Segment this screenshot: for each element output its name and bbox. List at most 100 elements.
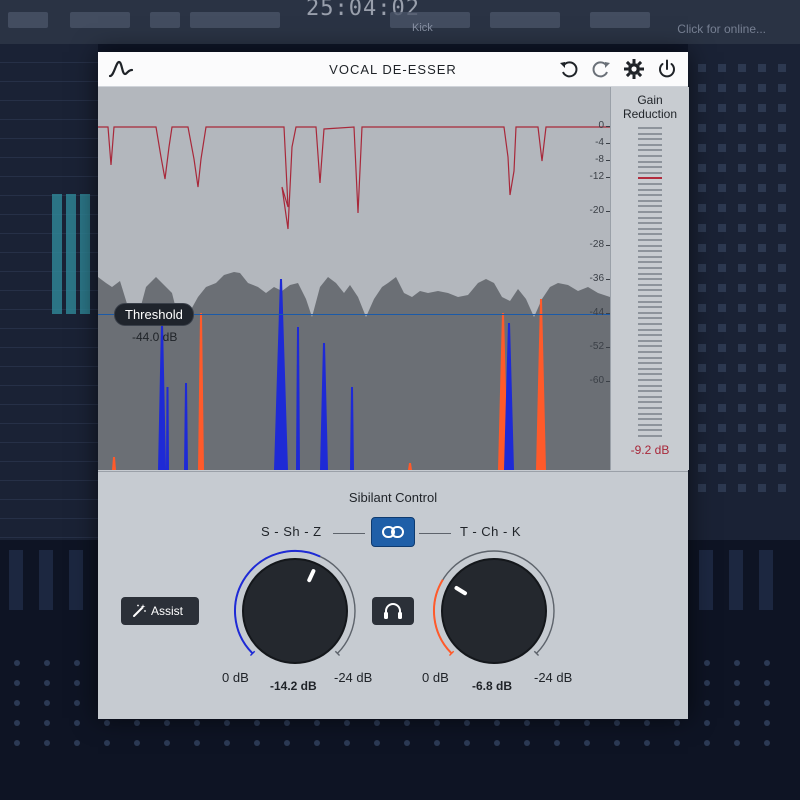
gain-reduction-meter-segment (638, 143, 662, 146)
daw-mixer-dot (764, 740, 770, 746)
daw-pattern-cell (738, 324, 746, 332)
gain-reduction-meter-segment (638, 171, 662, 174)
db-scale-tick: -60 (589, 375, 611, 386)
daw-pattern-cell (718, 364, 726, 372)
gain-reduction-meter-segment (638, 127, 662, 129)
assist-label: Assist (151, 604, 184, 618)
daw-pattern-cell (738, 384, 746, 392)
daw-mixer-dot (704, 720, 710, 726)
daw-pattern-cell (738, 304, 746, 312)
power-icon[interactable] (656, 58, 678, 80)
gain-reduction-meter-segment (638, 160, 662, 163)
redo-icon[interactable] (590, 58, 612, 80)
gain-reduction-meter-segment (638, 132, 662, 135)
threshold-value: -44.0 dB (132, 330, 178, 344)
daw-pattern-cell (758, 464, 766, 472)
gain-reduction-meter-segment (638, 379, 662, 381)
daw-mixer-dot (644, 740, 650, 746)
daw-pattern-cell (778, 104, 786, 112)
gain-reduction-meter-segment (638, 283, 662, 286)
divider (333, 533, 365, 534)
daw-channel-rack (0, 44, 98, 544)
daw-pattern-cell (758, 284, 766, 292)
daw-pattern-cell (778, 344, 786, 352)
db-scale-tick: -44 (589, 307, 611, 318)
daw-pattern-cell (758, 204, 766, 212)
gain-reduction-meter-segment (638, 334, 662, 337)
daw-mixer-dot (434, 720, 440, 726)
gain-reduction-meter (638, 127, 662, 443)
daw-pattern-cell (698, 124, 706, 132)
daw-pattern-cell (778, 404, 786, 412)
daw-pattern-cell (718, 244, 726, 252)
plugin-titlebar: VOCAL DE-ESSER (98, 52, 688, 87)
magic-wand-icon (133, 604, 146, 617)
daw-pattern-cell (778, 84, 786, 92)
s-sh-z-knob[interactable] (230, 546, 360, 676)
daw-channel-row (0, 443, 98, 462)
daw-pattern-cell (718, 324, 726, 332)
daw-mixer-dot (164, 740, 170, 746)
daw-mixer-dot (14, 680, 20, 686)
divider (419, 533, 451, 534)
gain-reduction-meter-segment (638, 183, 662, 185)
spectrum-display[interactable]: Threshold -44.0 dB (98, 87, 610, 470)
daw-pattern-cell (778, 124, 786, 132)
daw-mixer-dot (44, 740, 50, 746)
gain-reduction-meter-segment (638, 138, 662, 141)
knob-body (441, 558, 547, 664)
daw-playlist (688, 44, 800, 544)
undo-icon[interactable] (558, 58, 580, 80)
link-button[interactable] (371, 517, 415, 547)
t-ch-k-knob[interactable] (429, 546, 559, 676)
daw-pattern-cell (738, 224, 746, 232)
gear-icon[interactable] (623, 58, 645, 80)
threshold-handle[interactable]: Threshold (114, 303, 194, 326)
daw-mixer-dot (314, 720, 320, 726)
daw-mixer-dot (14, 700, 20, 706)
daw-mixer-dot (254, 720, 260, 726)
daw-toolbar-chip (190, 12, 280, 28)
daw-pattern-cell (698, 424, 706, 432)
daw-channel-row (0, 424, 98, 443)
daw-mixer-strip (6, 550, 28, 750)
daw-pattern-cell (698, 384, 706, 392)
db-scale-tick: -28 (589, 239, 611, 250)
daw-mixer-dot (194, 720, 200, 726)
daw-pattern-cell (758, 264, 766, 272)
section-title: Sibilant Control (348, 490, 438, 505)
listen-button[interactable] (372, 597, 414, 625)
daw-pattern-cell (778, 144, 786, 152)
daw-pattern-cell (738, 404, 746, 412)
input-spectrum (98, 272, 610, 470)
daw-pattern-cell (758, 244, 766, 252)
daw-mixer-dot (554, 720, 560, 726)
daw-pattern-cell (778, 184, 786, 192)
daw-mixer-dot (704, 740, 710, 746)
daw-pattern-cell (738, 284, 746, 292)
daw-mixer-dot (464, 720, 470, 726)
daw-pattern-cell (718, 484, 726, 492)
gain-reduction-label-line2: Reduction (622, 107, 678, 121)
daw-pattern-cell (698, 284, 706, 292)
assist-button[interactable]: Assist (121, 597, 199, 625)
daw-mixer-dot (704, 700, 710, 706)
daw-pattern-cell (698, 264, 706, 272)
daw-channel-row (0, 158, 98, 177)
daw-channel-row (0, 82, 98, 101)
daw-pattern-cell (738, 204, 746, 212)
gain-reduction-meter-segment (638, 222, 662, 225)
daw-pattern-cell (698, 324, 706, 332)
gain-reduction-meter-segment (638, 278, 662, 281)
db-scale-tick: 0 (598, 120, 610, 131)
gain-reduction-meter-segment (638, 384, 662, 387)
knob-body (242, 558, 348, 664)
daw-channel-row (0, 44, 98, 63)
daw-mixer-dot (164, 720, 170, 726)
daw-pattern-cell (738, 124, 746, 132)
gain-reduction-value: -9.2 dB (630, 443, 670, 457)
daw-mixer-dot (704, 680, 710, 686)
gain-reduction-panel: Gain Reduction -9.2 dB (610, 87, 689, 470)
db-scale-tick: -4 (595, 137, 610, 148)
daw-toolbar-chip (70, 12, 130, 28)
